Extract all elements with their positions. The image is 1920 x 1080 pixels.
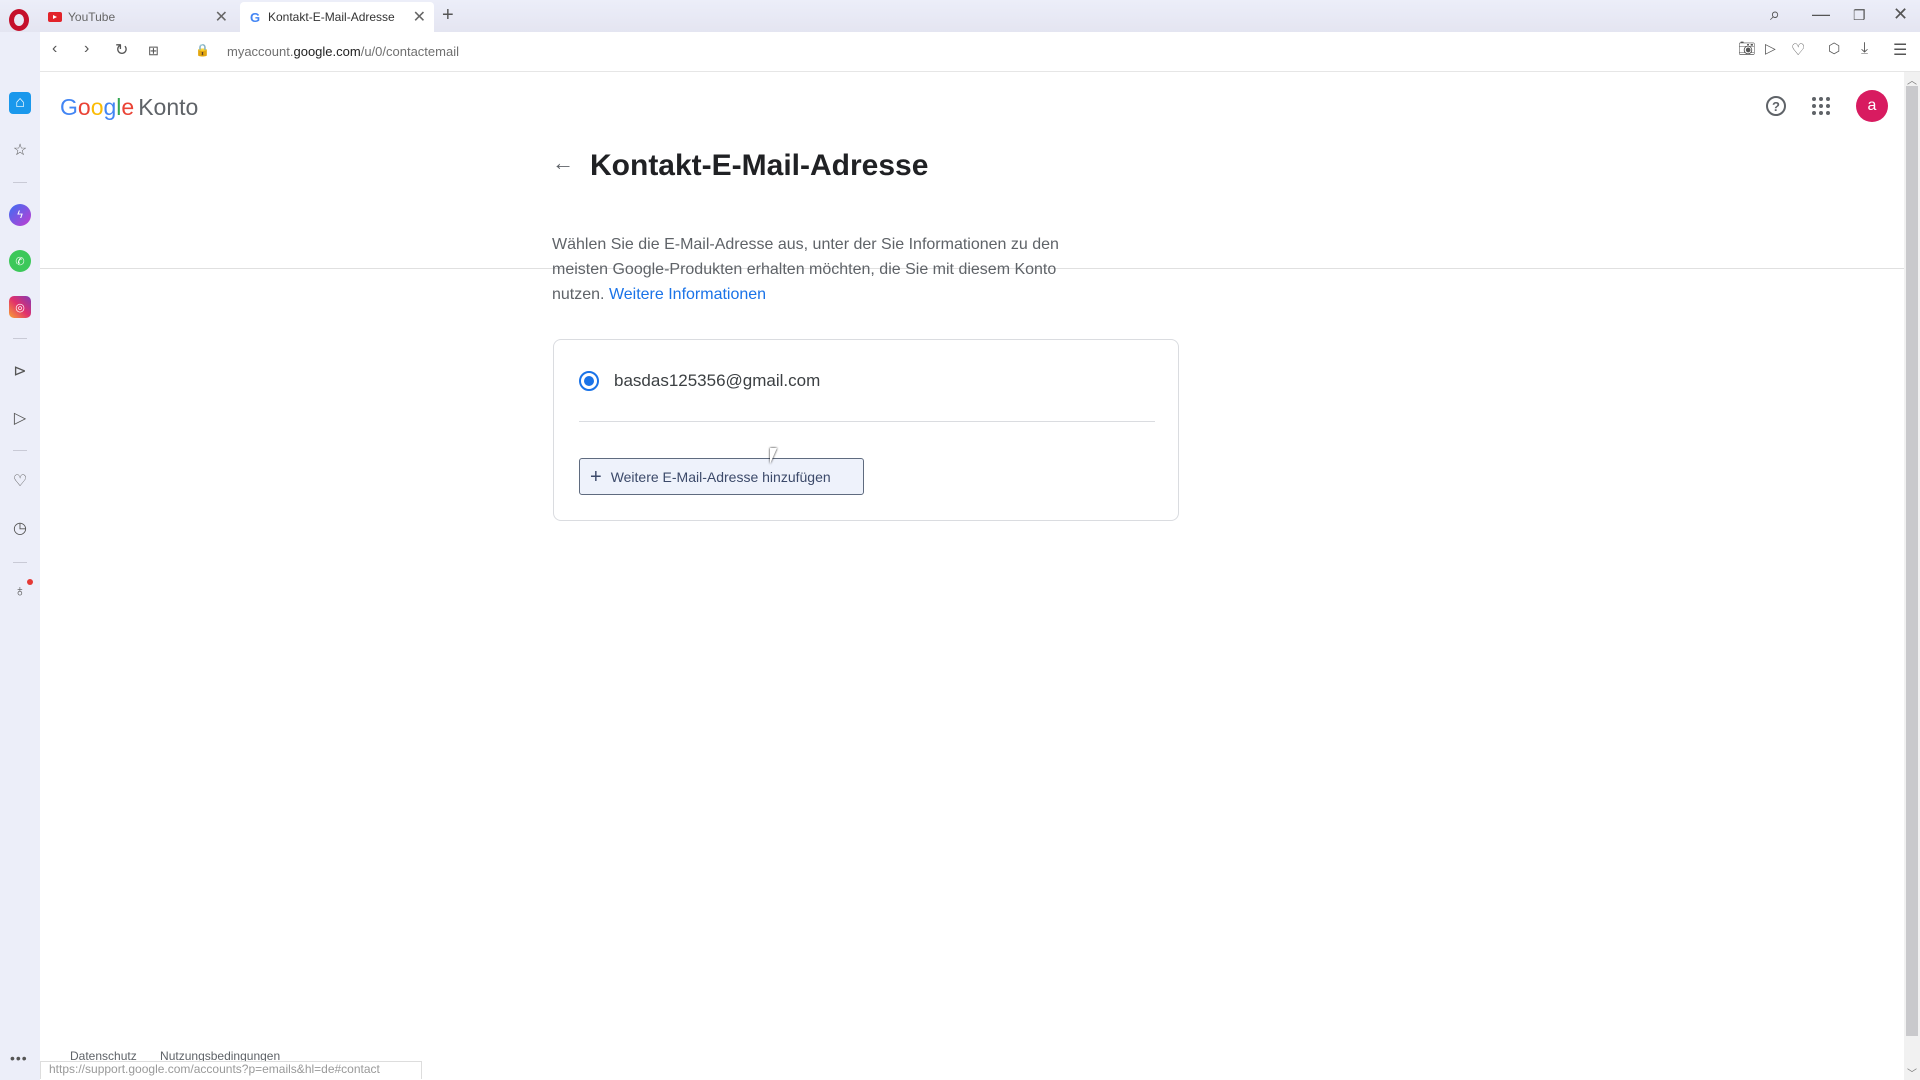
url-prefix: myaccount.: [227, 44, 294, 59]
sidebar-more-icon[interactable]: •••: [10, 1050, 28, 1066]
send-icon[interactable]: ▷: [9, 407, 31, 429]
url-path: /u/0/contactemail: [360, 44, 459, 59]
email-radio-button[interactable]: [579, 371, 599, 391]
page-scrollbar[interactable]: ︿ ﹀: [1904, 72, 1920, 1080]
close-tab-icon[interactable]: ✕: [215, 7, 228, 27]
heart-icon[interactable]: ♡: [1791, 40, 1805, 60]
address-toolbar: ‹ › ↻ ⊞ 🔒 myaccount.google.com/u/0/conta…: [40, 32, 1920, 72]
email-options-card: basdas125356@gmail.com + Weitere E-Mail-…: [553, 339, 1179, 521]
back-icon[interactable]: ‹: [52, 40, 57, 58]
player-icon[interactable]: ⊳: [9, 360, 31, 382]
tips-icon[interactable]: ♁: [9, 579, 33, 603]
tab-label: Kontakt-E-Mail-Adresse: [268, 10, 395, 24]
apps-grid-icon[interactable]: [1812, 97, 1830, 115]
back-arrow-icon[interactable]: ←: [552, 150, 574, 176]
page-content: Google Konto ? a ← Kontakt-E-Mail-Adresse…: [40, 72, 1904, 1080]
url-domain: google.com: [293, 44, 361, 59]
send-icon[interactable]: ▷: [1765, 40, 1776, 57]
extensions-icon[interactable]: ⬡: [1828, 40, 1840, 57]
reload-icon[interactable]: ↻: [115, 40, 128, 60]
history-icon[interactable]: ◷: [9, 517, 31, 539]
tab-youtube[interactable]: YouTube ✕: [40, 2, 236, 32]
notification-dot: [27, 579, 33, 585]
sidebar-divider: [13, 182, 27, 183]
google-header: Google Konto ? a: [40, 72, 1904, 124]
scroll-up-icon[interactable]: ︿: [1907, 72, 1917, 87]
close-window-icon[interactable]: ✕: [1893, 4, 1908, 25]
add-email-button[interactable]: + Weitere E-Mail-Adresse hinzufügen: [579, 458, 864, 495]
whatsapp-icon[interactable]: ✆: [9, 250, 31, 272]
lock-icon[interactable]: 🔒: [195, 43, 210, 57]
mouse-cursor: [770, 448, 784, 464]
google-konto-logo[interactable]: Google Konto: [60, 94, 198, 121]
heart-icon[interactable]: ♡: [9, 470, 31, 492]
home-icon[interactable]: ⌂: [9, 92, 31, 114]
youtube-icon: [48, 12, 62, 22]
logo-letter: o: [77, 94, 91, 120]
tabs-overview-icon[interactable]: ⊞: [148, 43, 159, 59]
minimize-icon[interactable]: —: [1812, 4, 1830, 25]
email-option-label[interactable]: basdas125356@gmail.com: [614, 371, 820, 391]
close-tab-icon[interactable]: ✕: [413, 7, 426, 27]
add-email-label: Weitere E-Mail-Adresse hinzufügen: [610, 468, 831, 485]
tab-label: YouTube: [68, 10, 116, 24]
sidebar-divider: [13, 338, 27, 339]
star-icon[interactable]: ☆: [9, 139, 31, 161]
scroll-down-icon[interactable]: ﹀: [1907, 1065, 1917, 1080]
easy-setup-icon[interactable]: ☰: [1893, 40, 1907, 60]
card-divider: [579, 421, 1155, 422]
description: Wählen Sie die E-Mail-Adresse aus, unter…: [552, 232, 1092, 307]
messenger-icon[interactable]: ϟ: [9, 204, 31, 226]
search-tabs-icon[interactable]: ⌕: [1770, 4, 1780, 25]
new-tab-button[interactable]: +: [442, 4, 454, 27]
snapshot-icon[interactable]: 📷︎: [1738, 40, 1756, 57]
page-title: Kontakt-E-Mail-Adresse: [590, 149, 929, 182]
tab-bar: YouTube ✕ G Kontakt-E-Mail-Adresse ✕ + ⌕…: [0, 0, 1920, 32]
scroll-thumb[interactable]: [1906, 86, 1918, 1036]
opera-menu-icon[interactable]: [9, 9, 29, 31]
logo-letter: G: [60, 94, 78, 120]
logo-letter: o: [90, 94, 104, 120]
tab-contact-email[interactable]: G Kontakt-E-Mail-Adresse ✕: [240, 2, 434, 32]
instagram-icon[interactable]: ◎: [9, 296, 31, 318]
learn-more-link[interactable]: Weitere Informationen: [609, 286, 766, 303]
address-bar[interactable]: myaccount.google.com/u/0/contactemail: [227, 44, 459, 59]
download-icon[interactable]: ⤓: [1861, 40, 1868, 58]
help-icon[interactable]: ?: [1766, 96, 1786, 116]
logo-letter: g: [103, 94, 117, 120]
logo-letter: e: [121, 94, 135, 120]
opera-sidebar: ⌂ ☆ ϟ ✆ ◎ ⊳ ▷ ♡ ◷ ♁: [0, 32, 40, 1080]
status-bar-url: https://support.google.com/accounts?p=em…: [40, 1061, 422, 1079]
forward-icon[interactable]: ›: [84, 40, 89, 58]
product-name: Konto: [138, 94, 199, 120]
sidebar-divider: [13, 450, 27, 451]
plus-icon: +: [590, 465, 602, 488]
avatar[interactable]: a: [1856, 90, 1888, 122]
sidebar-divider: [13, 562, 27, 563]
google-icon: G: [249, 9, 261, 25]
restore-icon[interactable]: ❐: [1853, 7, 1866, 24]
